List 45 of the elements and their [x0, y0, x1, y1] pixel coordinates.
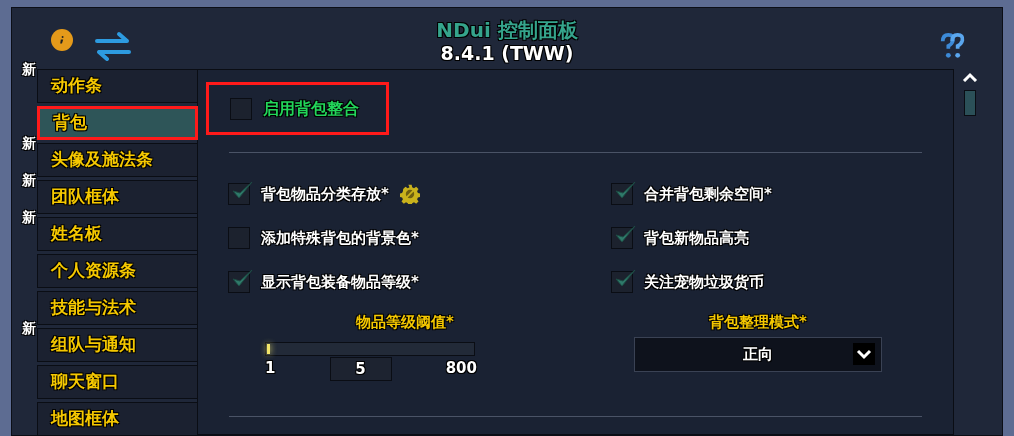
dropdown-label: 背包整理模式*	[709, 312, 807, 333]
chevron-down-icon[interactable]	[853, 342, 875, 365]
option-label: 关注宠物垃圾货币	[644, 271, 764, 293]
dropdown-value: 正向	[743, 343, 773, 365]
sidebar-item[interactable]: 团队框体	[37, 180, 198, 214]
checkbox[interactable]	[228, 227, 250, 249]
new-label: 新	[22, 320, 36, 336]
option-label: 显示背包装备物品等级*	[261, 271, 419, 293]
window-title: NDui 控制面板	[436, 18, 578, 42]
option-label: 背包物品分类存放*	[261, 183, 389, 205]
gear-icon[interactable]	[399, 184, 420, 204]
sidebar-item[interactable]: 动作条	[37, 69, 198, 103]
sidebar-item[interactable]: 组队与通知	[37, 328, 198, 362]
option-label: 添加特殊背包的背景色*	[261, 227, 419, 249]
checkbox[interactable]	[228, 271, 250, 293]
checkbox[interactable]	[611, 227, 633, 249]
sidebar-item[interactable]: 背包	[37, 106, 198, 140]
checkbox[interactable]	[228, 183, 250, 205]
sidebar-item[interactable]: 头像及施法条	[37, 143, 198, 177]
scroll-up-icon[interactable]	[962, 72, 978, 82]
swap-arrows-icon[interactable]	[93, 31, 133, 61]
option-label: 合并背包剩余空间*	[644, 183, 772, 205]
version-label: 8.4.1 (TWW)	[440, 42, 574, 64]
sidebar-item[interactable]: 地图框体	[37, 402, 198, 436]
slider-thumb[interactable]	[267, 343, 271, 354]
slider-label: 物品等级阈值*	[356, 312, 454, 333]
slider-value-field[interactable]: 5	[329, 356, 392, 381]
sidebar-item[interactable]: 姓名板	[37, 217, 198, 251]
sidebar-item[interactable]: 个人资源条	[37, 254, 198, 288]
new-label: 新	[22, 172, 36, 188]
slider-max: 800	[445, 358, 477, 380]
new-label: 新	[22, 209, 36, 225]
new-label: 新	[22, 61, 36, 77]
sidebar-item[interactable]: 技能与法术	[37, 291, 198, 325]
info-icon[interactable]	[51, 29, 73, 51]
new-label: 新	[22, 135, 36, 151]
option-label: 背包新物品高亮	[644, 227, 749, 249]
scrollbar-thumb[interactable]	[964, 90, 976, 116]
checkbox[interactable]	[230, 97, 252, 120]
slider-min: 1	[265, 358, 276, 380]
sidebar-item[interactable]: 聊天窗口	[37, 365, 198, 399]
checkbox[interactable]	[611, 271, 633, 293]
option-label: 启用背包整合	[263, 97, 359, 120]
checkbox[interactable]	[611, 183, 633, 205]
sort-mode-dropdown[interactable]: 正向	[634, 336, 882, 372]
